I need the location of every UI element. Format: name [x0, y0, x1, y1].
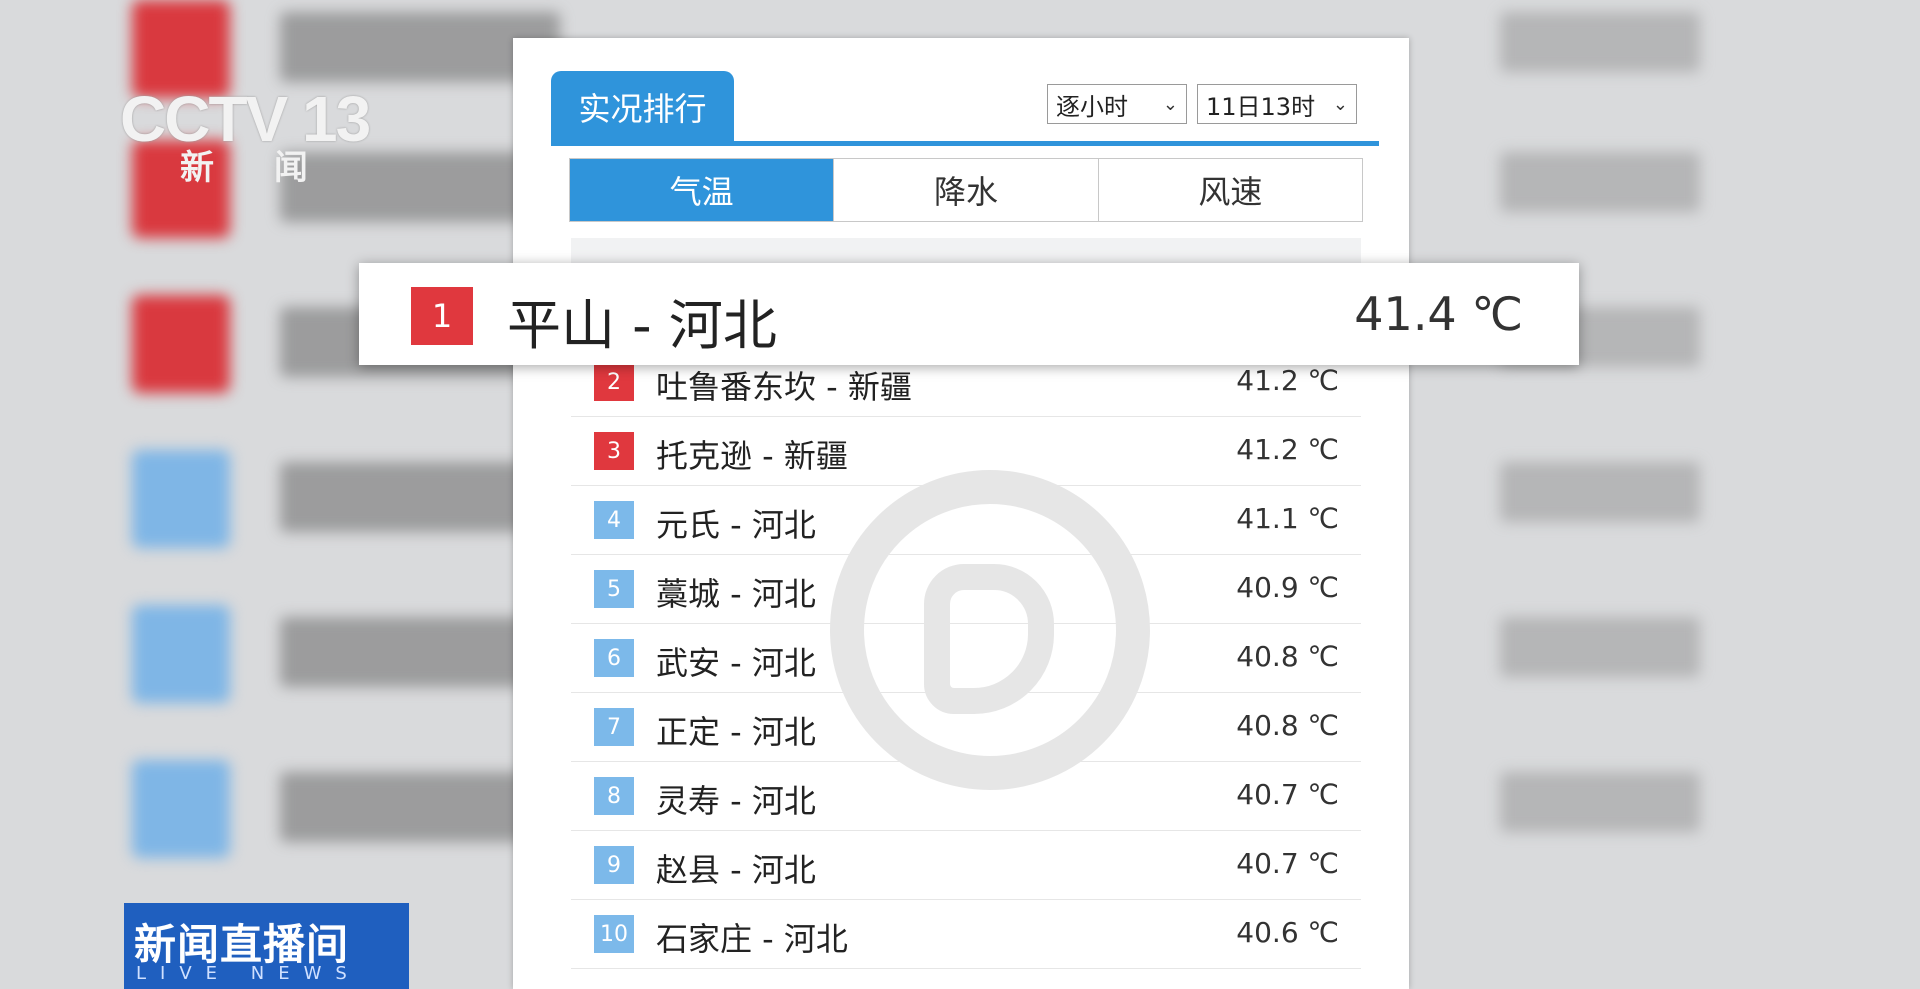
station-name: 正定 - 河北: [656, 713, 816, 751]
chevron-down-icon: ⌄: [1162, 93, 1178, 115]
rank-badge: 2: [594, 363, 634, 401]
temperature-value: 40.7 ℃: [1236, 847, 1339, 880]
tab-live-ranking[interactable]: 实况排行: [551, 71, 734, 143]
cctv-logo-sub: 新 闻: [180, 148, 332, 188]
temperature-value: 40.9 ℃: [1236, 571, 1339, 604]
temperature-value: 40.8 ℃: [1236, 709, 1339, 742]
live-news-sub: LIVE NEWS: [136, 963, 361, 984]
list-item[interactable]: 3 托克逊 - 新疆 41.2 ℃: [571, 417, 1361, 486]
list-item[interactable]: 10 石家庄 - 河北 40.6 ℃: [571, 900, 1361, 969]
station-name: 平山 - 河北: [507, 294, 777, 357]
rank-badge: 5: [594, 570, 634, 608]
station-name: 灵寿 - 河北: [656, 782, 816, 820]
station-name: 托克逊 - 新疆: [656, 437, 848, 475]
rank-badge: 8: [594, 777, 634, 815]
station-name: 石家庄 - 河北: [656, 920, 848, 958]
list-item[interactable]: 4 元氏 - 河北 41.1 ℃: [571, 486, 1361, 555]
interval-select-value: 逐小时: [1056, 92, 1128, 121]
station-name: 赵县 - 河北: [656, 851, 816, 889]
temperature-value: 41.1 ℃: [1236, 502, 1339, 535]
time-select[interactable]: 11日13时 ⌄: [1197, 84, 1357, 124]
category-segmented-control: 气温 降水 风速: [569, 158, 1363, 222]
list-item[interactable]: 6 武安 - 河北 40.8 ℃: [571, 624, 1361, 693]
ranking-list: 2 吐鲁番东坎 - 新疆 41.2 ℃ 3 托克逊 - 新疆 41.2 ℃ 4 元氏 - 河北…: [571, 348, 1361, 969]
temperature-value: 41.2 ℃: [1236, 364, 1339, 397]
rank-badge: 7: [594, 708, 634, 746]
list-item[interactable]: 5 藁城 - 河北 40.9 ℃: [571, 555, 1361, 624]
temperature-value: 40.7 ℃: [1236, 778, 1339, 811]
rank-badge: 10: [594, 915, 634, 953]
rank-badge: 1: [411, 287, 473, 345]
temperature-value: 41.2 ℃: [1236, 433, 1339, 466]
station-name: 元氏 - 河北: [656, 506, 816, 544]
tab-wind-speed[interactable]: 风速: [1098, 159, 1362, 221]
chevron-down-icon: ⌄: [1332, 93, 1348, 115]
interval-select[interactable]: 逐小时 ⌄: [1047, 84, 1187, 124]
rank-badge: 3: [594, 432, 634, 470]
ranking-panel: 实况排行 逐小时 ⌄ 11日13时 ⌄ 气温 降水 风速 2 吐鲁番东坎 - 新疆…: [513, 38, 1409, 989]
tab-precipitation[interactable]: 降水: [834, 159, 1099, 221]
list-item[interactable]: 8 灵寿 - 河北 40.7 ℃: [571, 762, 1361, 831]
list-item[interactable]: 9 赵县 - 河北 40.7 ℃: [571, 831, 1361, 900]
highlighted-top-entry: 1 平山 - 河北 41.4 ℃: [359, 263, 1579, 365]
rank-badge: 9: [594, 846, 634, 884]
temperature-value: 41.4 ℃: [1354, 287, 1523, 341]
tab-underline: [551, 141, 1379, 146]
rank-badge: 4: [594, 501, 634, 539]
list-item[interactable]: 7 正定 - 河北 40.8 ℃: [571, 693, 1361, 762]
temperature-value: 40.6 ℃: [1236, 916, 1339, 949]
time-select-value: 11日13时: [1206, 92, 1316, 121]
station-name: 武安 - 河北: [656, 644, 816, 682]
station-name: 吐鲁番东坎 - 新疆: [656, 368, 912, 406]
live-news-badge: 新闻直播间 LIVE NEWS: [124, 903, 409, 989]
rank-badge: 6: [594, 639, 634, 677]
temperature-value: 40.8 ℃: [1236, 640, 1339, 673]
tab-temperature[interactable]: 气温: [570, 159, 835, 221]
station-name: 藁城 - 河北: [656, 575, 816, 613]
